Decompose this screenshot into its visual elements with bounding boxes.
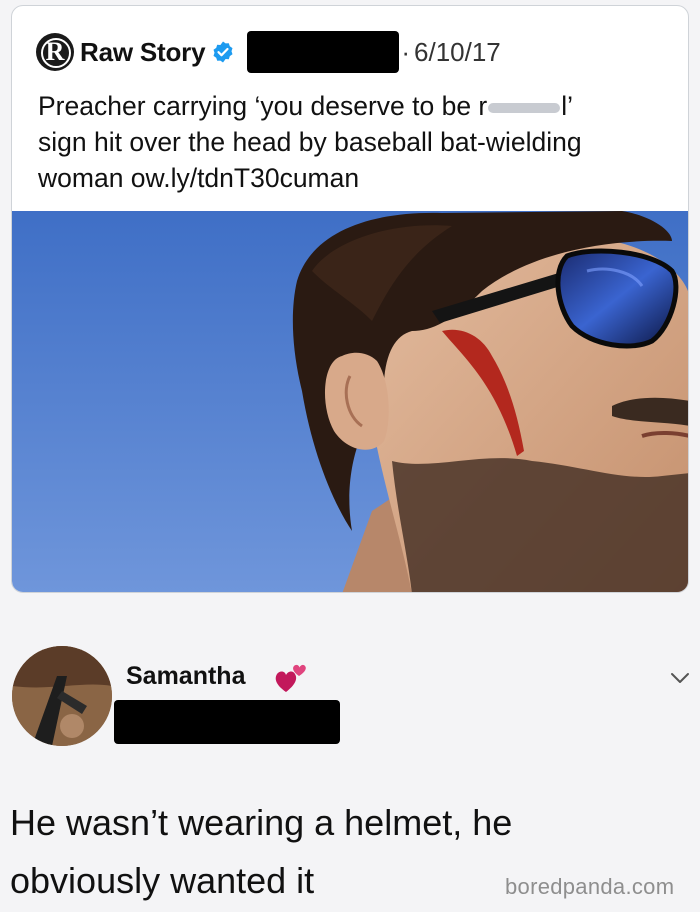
man-with-sunglasses-photo — [12, 211, 688, 592]
tweet-text-line-1: Preacher carrying ‘you deserve to be r l’ — [38, 88, 678, 124]
tweet-photo[interactable] — [12, 211, 688, 592]
redacted-word — [488, 103, 561, 113]
tweet-text-line-3[interactable]: woman ow.ly/tdnT30cuman — [38, 160, 678, 196]
tweet-text-line-1-start: Preacher carrying ‘you deserve to be r — [38, 91, 488, 121]
tweet-text-line-1-end: l’ — [561, 91, 574, 121]
redacted-reply-handle — [114, 700, 340, 744]
reply-text-line-1: He wasn’t wearing a helmet, he — [10, 802, 513, 843]
reply-avatar[interactable] — [12, 646, 112, 746]
quoted-tweet-text: Preacher carrying ‘you deserve to be r l’… — [38, 88, 678, 196]
account-name[interactable]: Raw Story — [80, 37, 206, 68]
quoted-tweet-header: R Raw Story · 6/10/17 — [36, 31, 501, 73]
redacted-handle — [247, 31, 400, 73]
tweet-text-line-2: sign hit over the head by baseball bat-w… — [38, 127, 582, 157]
watermark: boredpanda.com — [505, 874, 675, 899]
logo-letter: R — [45, 37, 65, 66]
avatar-image — [12, 646, 112, 746]
reply-author-name[interactable]: Samantha — [126, 662, 245, 691]
chevron-down-icon[interactable] — [666, 664, 694, 692]
tweet-date[interactable]: 6/10/17 — [414, 37, 501, 68]
raw-story-logo[interactable]: R — [36, 33, 74, 71]
separator-dot: · — [401, 36, 411, 67]
two-hearts-icon — [275, 664, 306, 692]
quoted-tweet-card[interactable]: R Raw Story · 6/10/17 Preacher carrying … — [11, 5, 689, 593]
verified-badge-icon — [213, 41, 233, 63]
